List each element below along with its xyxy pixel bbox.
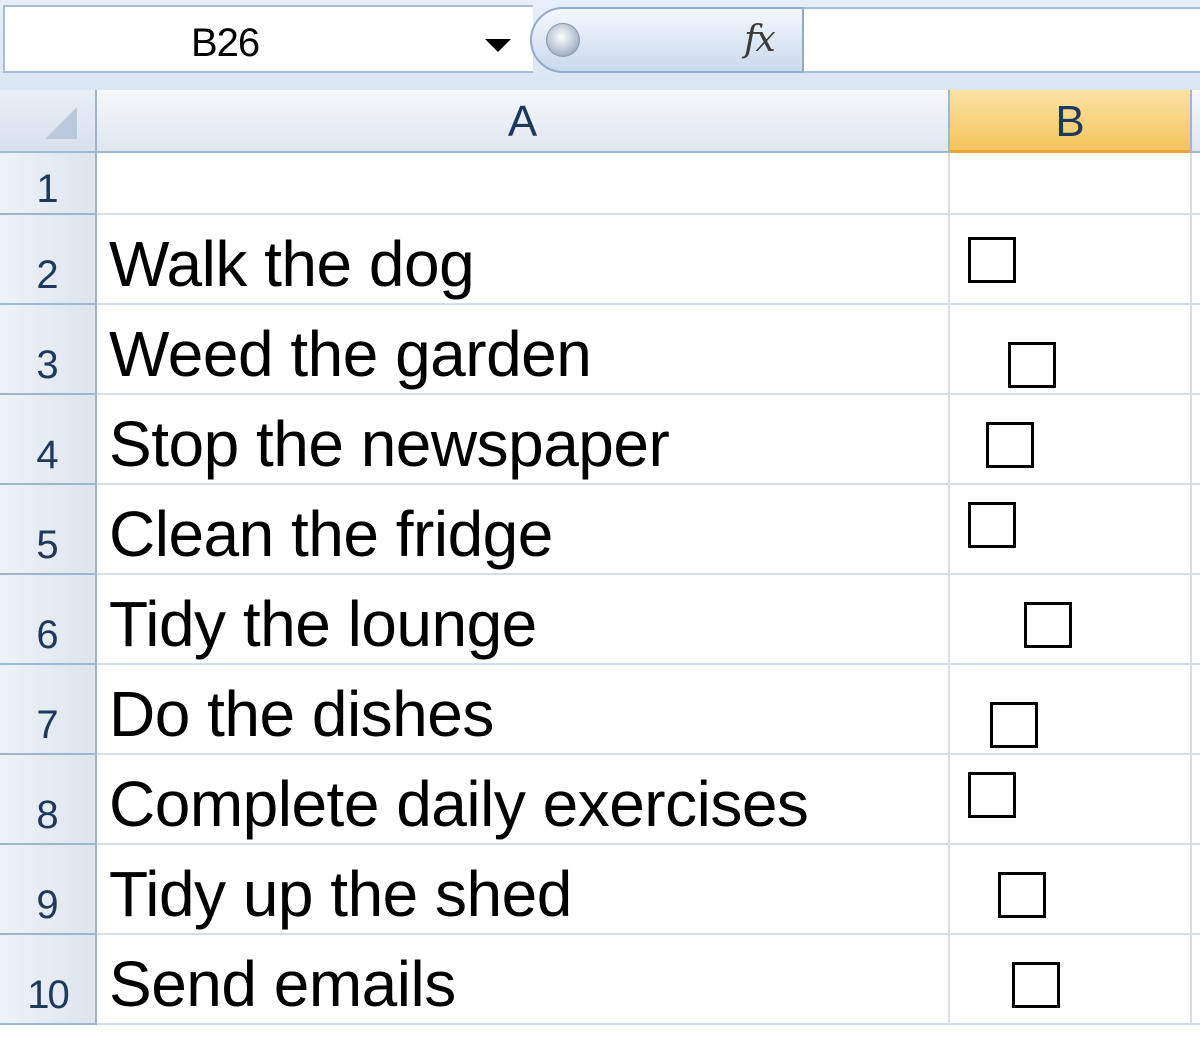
formula-bar: B26 fx [0, 0, 1200, 90]
task-checkbox[interactable] [1012, 962, 1060, 1008]
cell-a8[interactable]: Complete daily exercises [97, 755, 950, 845]
task-checkbox[interactable] [1024, 602, 1072, 648]
insert-function-button[interactable]: fx [744, 19, 776, 60]
row-header[interactable]: 10 [0, 935, 97, 1025]
cell-c2[interactable] [1192, 215, 1200, 305]
worksheet-grid: A B 1 2 Walk the dog 3 Weed the garden 4 Stop … [0, 90, 1200, 1038]
cell-b9[interactable] [950, 845, 1192, 935]
row-header[interactable]: 4 [0, 395, 97, 485]
cell-a10[interactable]: Send emails [97, 935, 950, 1025]
cell-c6[interactable] [1192, 575, 1200, 665]
table-row: 7 Do the dishes [0, 665, 1200, 755]
cell-b7[interactable] [950, 665, 1192, 755]
splitter-handle-icon[interactable] [546, 23, 580, 57]
cell-b2[interactable] [950, 215, 1192, 305]
cell-b5[interactable] [950, 485, 1192, 575]
task-checkbox[interactable] [986, 422, 1034, 468]
cell-c5[interactable] [1192, 485, 1200, 575]
row-header[interactable]: 5 [0, 485, 97, 575]
table-row: 1 [0, 153, 1200, 215]
cell-b6[interactable] [950, 575, 1192, 665]
cell-b10[interactable] [950, 935, 1192, 1025]
cell-b4[interactable] [950, 395, 1192, 485]
row-header[interactable]: 1 [0, 153, 97, 215]
task-checkbox[interactable] [998, 872, 1046, 918]
table-row: 10 Send emails [0, 935, 1200, 1025]
task-checkbox[interactable] [1008, 342, 1056, 388]
select-all-triangle-icon [45, 107, 77, 139]
cell-c9[interactable] [1192, 845, 1200, 935]
formula-input[interactable] [804, 7, 1200, 73]
name-box-dropdown-arrow-icon[interactable] [485, 39, 511, 52]
cell-a2[interactable]: Walk the dog [97, 215, 950, 305]
cell-c3[interactable] [1192, 305, 1200, 395]
task-checkbox[interactable] [968, 237, 1016, 283]
cell-c1[interactable] [1192, 153, 1200, 215]
cell-c8[interactable] [1192, 755, 1200, 845]
cell-a4[interactable]: Stop the newspaper [97, 395, 950, 485]
cell-b1[interactable] [950, 153, 1192, 215]
table-row: 3 Weed the garden [0, 305, 1200, 395]
row-header[interactable]: 9 [0, 845, 97, 935]
name-box-value: B26 [191, 21, 260, 65]
cell-a1[interactable] [97, 153, 950, 215]
column-header-b[interactable]: B [950, 90, 1192, 153]
table-row: 8 Complete daily exercises [0, 755, 1200, 845]
cell-c10[interactable] [1192, 935, 1200, 1025]
cell-a5[interactable]: Clean the fridge [97, 485, 950, 575]
cell-c7[interactable] [1192, 665, 1200, 755]
column-header-c[interactable] [1192, 90, 1200, 153]
cell-b3[interactable] [950, 305, 1192, 395]
table-row: 6 Tidy the lounge [0, 575, 1200, 665]
cell-c4[interactable] [1192, 395, 1200, 485]
cell-b8[interactable] [950, 755, 1192, 845]
table-row: 2 Walk the dog [0, 215, 1200, 305]
formula-bar-splitter[interactable]: fx [530, 7, 804, 73]
cell-a6[interactable]: Tidy the lounge [97, 575, 950, 665]
row-header[interactable]: 7 [0, 665, 97, 755]
table-row: 5 Clean the fridge [0, 485, 1200, 575]
row-header[interactable]: 3 [0, 305, 97, 395]
column-header-a[interactable]: A [97, 90, 950, 153]
row-header[interactable]: 6 [0, 575, 97, 665]
cell-a7[interactable]: Do the dishes [97, 665, 950, 755]
table-row: 9 Tidy up the shed [0, 845, 1200, 935]
cell-a3[interactable]: Weed the garden [97, 305, 950, 395]
name-box[interactable]: B26 [3, 5, 533, 73]
cell-a9[interactable]: Tidy up the shed [97, 845, 950, 935]
select-all-corner[interactable] [0, 90, 97, 153]
row-header[interactable]: 8 [0, 755, 97, 845]
task-checkbox[interactable] [990, 702, 1038, 748]
row-header[interactable]: 2 [0, 215, 97, 305]
task-checkbox[interactable] [968, 502, 1016, 548]
task-checkbox[interactable] [968, 772, 1016, 818]
table-row: 4 Stop the newspaper [0, 395, 1200, 485]
